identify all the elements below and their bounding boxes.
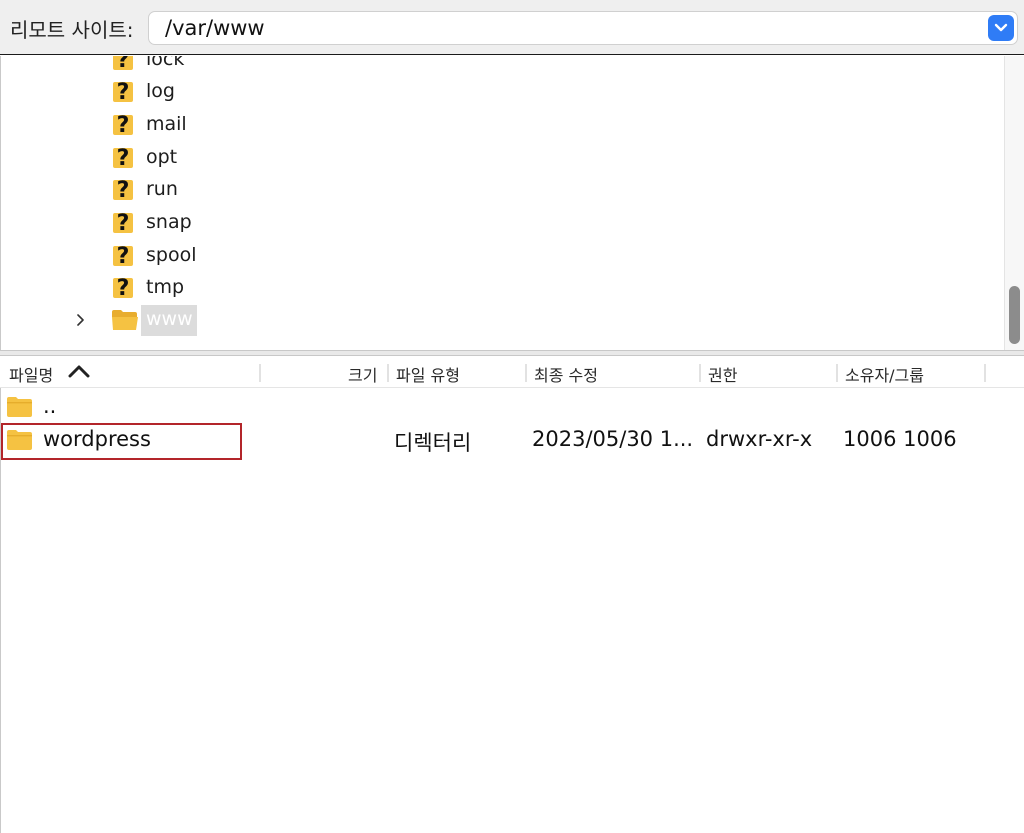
svg-text:?: ? [117,113,130,138]
unknown-folder-icon: ? [113,178,133,203]
annotation-highlight-box [1,423,242,460]
svg-text:?: ? [117,276,130,301]
tree-vertical-scrollbar[interactable] [1004,56,1024,351]
tree-item-label: log [146,80,175,102]
unknown-folder-icon: ? [113,211,133,236]
column-divider[interactable] [984,364,986,382]
unknown-folder-icon: ? [113,276,133,301]
tree-item-spool[interactable]: ? spool [1,240,1001,272]
tree-item-run[interactable]: ? run [1,174,1001,206]
remote-path-value[interactable]: /var/www [165,16,265,40]
chevron-right-icon[interactable] [76,314,86,326]
tree-item-label: opt [146,146,178,168]
file-modified: 2023/05/30 1... [532,427,694,451]
column-divider[interactable] [699,364,701,382]
remote-site-label: 리모트 사이트: [10,18,134,42]
column-divider[interactable] [259,364,261,382]
tree-item-mail[interactable]: ? mail [1,109,1001,141]
tree-item-label: lock [146,56,185,70]
tree-item-www[interactable]: www [1,304,1001,336]
tree-item-snap[interactable]: ? snap [1,207,1001,239]
tree-item-label: www [146,308,193,330]
unknown-folder-icon: ? [113,113,133,138]
svg-text:?: ? [117,80,130,105]
file-type: 디렉터리 [394,431,472,455]
file-permissions: drwxr-xr-x [706,427,813,451]
tree-item-label: spool [146,244,197,266]
file-owner-group: 1006 1006 [843,427,957,451]
open-folder-icon [112,310,138,330]
column-divider[interactable] [525,364,527,382]
tree-item-lock[interactable]: ? lock [1,56,1001,76]
file-name: .. [43,394,57,418]
column-header-size[interactable]: 크기 [348,362,377,386]
column-header-name[interactable]: 파일명 [9,362,53,386]
folder-icon [7,397,32,417]
unknown-folder-icon: ? [113,80,133,105]
file-list-header: 파일명 크기 파일 유형 최종 수정 권한 소유자/그룹 [0,356,1024,388]
column-divider[interactable] [836,364,838,382]
column-divider[interactable] [387,364,389,382]
unknown-folder-icon: ? [113,244,133,269]
tree-item-label: tmp [146,276,185,298]
tree-item-label: snap [146,211,192,233]
unknown-folder-icon: ? [113,56,133,73]
remote-site-bar: 리모트 사이트: /var/www [0,0,1024,55]
tree-item-tmp[interactable]: ? tmp [1,272,1001,304]
svg-text:?: ? [117,211,130,236]
sort-ascending-icon [68,365,90,378]
column-header-owner[interactable]: 소유자/그룹 [845,362,924,386]
scrollbar-thumb[interactable] [1009,286,1020,344]
dropdown-arrow-button[interactable] [988,15,1014,41]
tree-item-opt[interactable]: ? opt [1,142,1001,174]
tree-item-label: mail [146,113,187,135]
svg-text:?: ? [117,178,130,203]
column-header-permissions[interactable]: 권한 [708,362,737,386]
remote-path-combobox[interactable]: /var/www [148,11,1018,45]
svg-text:?: ? [117,244,130,269]
column-header-type[interactable]: 파일 유형 [396,362,460,386]
column-header-modified[interactable]: 최종 수정 [534,362,598,386]
unknown-folder-icon: ? [113,146,133,171]
remote-directory-tree[interactable]: ? lock ? log ? mail ? opt ? run ? snap ?… [0,56,1024,351]
svg-text:?: ? [117,56,130,73]
chevron-down-icon [994,23,1008,32]
file-row-parent[interactable]: .. [1,390,1024,424]
svg-text:?: ? [117,146,130,171]
tree-item-label: run [146,178,178,200]
tree-item-log[interactable]: ? log [1,76,1001,108]
